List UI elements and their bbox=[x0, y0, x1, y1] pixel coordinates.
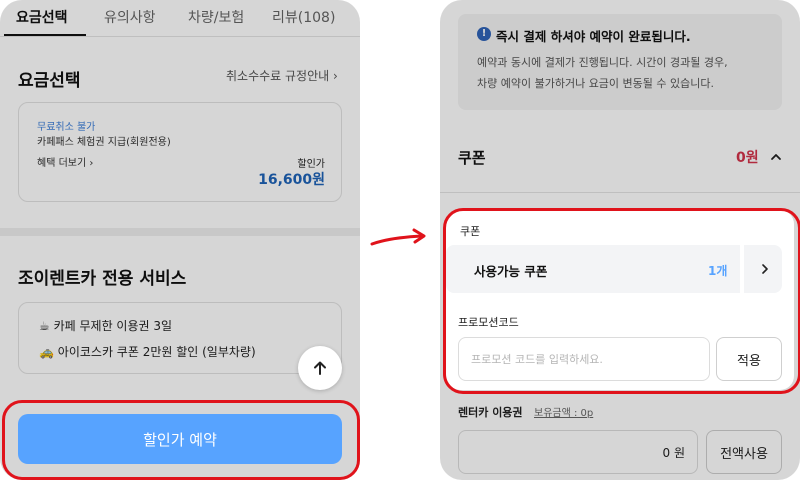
taxi-icon: 🚕 bbox=[39, 345, 54, 359]
services-title: 조이렌트카 전용 서비스 bbox=[18, 269, 187, 289]
chevron-up-icon[interactable] bbox=[770, 152, 782, 162]
chevron-right-icon bbox=[762, 264, 768, 274]
tab-vehicle-insurance[interactable]: 차량/보험 bbox=[188, 7, 244, 27]
service-item-cafe: ☕ 카페 무제한 이용권 3일 bbox=[39, 317, 172, 334]
voucher-balance[interactable]: 보유금액 : 0p bbox=[534, 404, 593, 419]
use-all-button[interactable]: 전액사용 bbox=[706, 430, 782, 474]
coupon-header-title: 쿠폰 bbox=[458, 149, 486, 167]
coupon-select-button[interactable] bbox=[740, 245, 786, 293]
cancel-policy-label: 취소수수료 규정안내 bbox=[226, 69, 330, 83]
section-divider bbox=[440, 192, 800, 193]
payment-notice: ! 즉시 결제 하셔야 예약이 완료됩니다. 예약과 동시에 결제가 진행됩니다… bbox=[458, 14, 782, 110]
rate-plan-card[interactable]: 무료취소 불가 카페패스 체험권 지급(회원전용) 혜택 더보기 › 할인가 1… bbox=[18, 102, 342, 202]
coupon-amount: 0원 bbox=[736, 150, 759, 166]
more-benefits-label: 혜택 더보기 bbox=[37, 158, 87, 169]
service-text: 카페 무제한 이용권 3일 bbox=[53, 319, 173, 333]
active-tab-indicator bbox=[4, 34, 86, 36]
rate-section-title: 요금선택 bbox=[18, 71, 81, 91]
left-screen: 요금선택 유의사항 차량/보험 리뷰(108) 요금선택 취소수수료 규정안내 … bbox=[0, 0, 360, 480]
coupon-panel: 쿠폰 프로모션코드 프로모션 코드를 입력하세요. 적용 bbox=[446, 210, 794, 390]
more-benefits-link[interactable]: 혜택 더보기 › bbox=[37, 154, 93, 169]
service-item-taxi: 🚕 아이코스카 쿠폰 2만원 할인 (일부차량) bbox=[39, 343, 256, 360]
available-coupon-row[interactable]: 사용가능 쿠폰 1개 bbox=[446, 245, 782, 293]
coffee-icon: ☕ bbox=[39, 319, 50, 333]
info-icon: ! bbox=[477, 27, 491, 41]
notice-title: 즉시 결제 하셔야 예약이 완료됩니다. bbox=[496, 29, 691, 44]
promo-placeholder: 프로모션 코드를 입력하세요. bbox=[471, 353, 603, 366]
cancel-policy-link[interactable]: 취소수수료 규정안내 › bbox=[226, 67, 338, 84]
plan-name: 카페패스 체험권 지급(회원전용) bbox=[37, 137, 171, 148]
plan-tag: 무료취소 불가 bbox=[37, 122, 96, 133]
section-divider bbox=[0, 228, 360, 236]
available-coupon-count: 1개 bbox=[708, 264, 728, 278]
chevron-right-icon: › bbox=[89, 158, 94, 169]
tab-notes[interactable]: 유의사항 bbox=[104, 7, 156, 27]
plan-price: 16,600원 bbox=[258, 172, 325, 188]
scroll-to-top-button[interactable] bbox=[298, 346, 342, 390]
price-label: 할인가 bbox=[297, 159, 325, 170]
arrow-up-icon bbox=[314, 361, 326, 375]
tab-rate[interactable]: 요금선택 bbox=[16, 7, 68, 27]
apply-button[interactable]: 적용 bbox=[716, 337, 782, 381]
book-discount-button[interactable]: 할인가 예약 bbox=[18, 414, 342, 464]
voucher-amount-field[interactable]: 0 원 bbox=[458, 430, 698, 474]
arrow-right-icon bbox=[370, 228, 426, 246]
voucher-amount-value: 0 원 bbox=[662, 446, 686, 460]
services-card: ☕ 카페 무제한 이용권 3일 🚕 아이코스카 쿠폰 2만원 할인 (일부차량) bbox=[18, 302, 342, 374]
promo-label: 프로모션코드 bbox=[458, 316, 519, 329]
chevron-right-icon: › bbox=[333, 69, 338, 83]
notice-body-line1: 예약과 동시에 결제가 진행됩니다. 시간이 경과될 경우, bbox=[477, 56, 728, 69]
coupon-section-label: 쿠폰 bbox=[460, 225, 481, 238]
tab-reviews[interactable]: 리뷰(108) bbox=[272, 7, 335, 27]
rental-voucher-label: 렌터카 이용권 bbox=[458, 406, 523, 419]
service-text: 아이코스카 쿠폰 2만원 할인 (일부차량) bbox=[57, 345, 256, 359]
tab-bar: 요금선택 유의사항 차량/보험 리뷰(108) bbox=[0, 0, 360, 37]
available-coupon-label: 사용가능 쿠폰 bbox=[474, 264, 548, 279]
notice-body-line2: 차량 예약이 불가하거나 요금이 변동될 수 있습니다. bbox=[477, 77, 714, 90]
promo-code-input[interactable]: 프로모션 코드를 입력하세요. bbox=[458, 337, 710, 381]
